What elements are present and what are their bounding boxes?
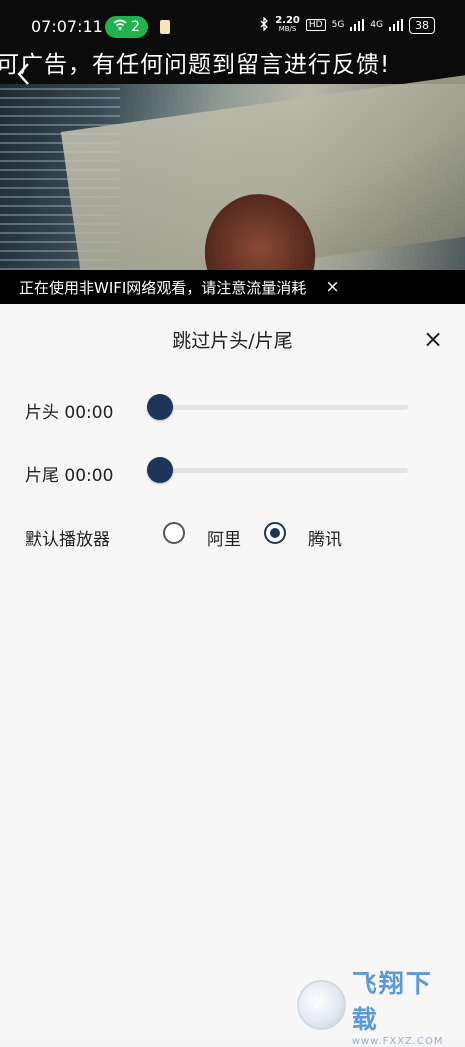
video-frame: [0, 73, 465, 304]
watermark-text: 飞翔下载 www.FXXZ.COM: [352, 964, 457, 1047]
notification-icon: [160, 20, 170, 34]
outro-label: 片尾 00:00: [25, 466, 114, 486]
hd-icon: HD: [305, 19, 326, 31]
battery-indicator: 38: [409, 16, 435, 34]
video-player[interactable]: 07:07:11 2 2.20 MB/S HD 5G 4G 38 可广告，有任何…: [0, 0, 465, 304]
radio-tencent-label[interactable]: 腾讯: [308, 525, 342, 550]
net-speed: 2.20 MB/S: [275, 16, 300, 34]
watermark-url: www.FXXZ.COM: [351, 1035, 444, 1047]
radio-tencent[interactable]: [264, 522, 286, 544]
watermark-logo-icon: [297, 980, 346, 1030]
hotspot-count: 2: [131, 19, 140, 35]
radio-ali[interactable]: [163, 522, 185, 544]
network-warning-text: 正在使用非WIFI网络观看，请注意流量消耗: [19, 278, 307, 297]
outro-slider[interactable]: [147, 457, 408, 483]
bluetooth-icon: [260, 15, 269, 34]
intro-slider[interactable]: [147, 394, 408, 420]
chevron-left-icon: [17, 63, 29, 85]
player-label: 默认播放器: [25, 530, 110, 550]
status-time: 07:07:11: [31, 17, 103, 36]
warning-close-icon[interactable]: ×: [325, 277, 339, 297]
signal-5g-icon: [350, 19, 365, 31]
back-button[interactable]: [10, 58, 36, 90]
outro-slider-thumb[interactable]: [147, 457, 173, 483]
watermark: 飞翔下载 www.FXXZ.COM: [297, 969, 457, 1047]
signal-4g-label: 4G: [370, 20, 383, 30]
radio-ali-label[interactable]: 阿里: [207, 525, 241, 550]
hotspot-badge: 2: [105, 16, 148, 38]
intro-label: 片头 00:00: [25, 403, 114, 423]
net-speed-value: 2.20: [275, 15, 300, 26]
status-bar: 07:07:11 2 2.20 MB/S HD 5G 4G 38: [0, 0, 465, 44]
skip-settings-panel: 跳过片头/片尾 × 片头 00:00 片尾 00:00 默认播放器 阿里 腾讯: [0, 304, 465, 1040]
panel-title: 跳过片头/片尾: [172, 330, 293, 352]
net-speed-unit: MB/S: [278, 25, 297, 33]
close-icon[interactable]: ×: [420, 325, 446, 353]
network-warning-bar: 正在使用非WIFI网络观看，请注意流量消耗 ×: [0, 270, 465, 304]
intro-slider-thumb[interactable]: [147, 394, 173, 420]
watermark-title: 飞翔下载: [351, 968, 433, 1034]
signal-5g-label: 5G: [331, 20, 345, 30]
signal-4g-icon: [389, 19, 403, 31]
status-indicators: 2.20 MB/S HD 5G 4G 38: [260, 16, 435, 34]
wifi-icon: [113, 19, 127, 35]
ad-banner-text: 可广告，有任何问题到留言进行反馈!: [0, 52, 391, 78]
